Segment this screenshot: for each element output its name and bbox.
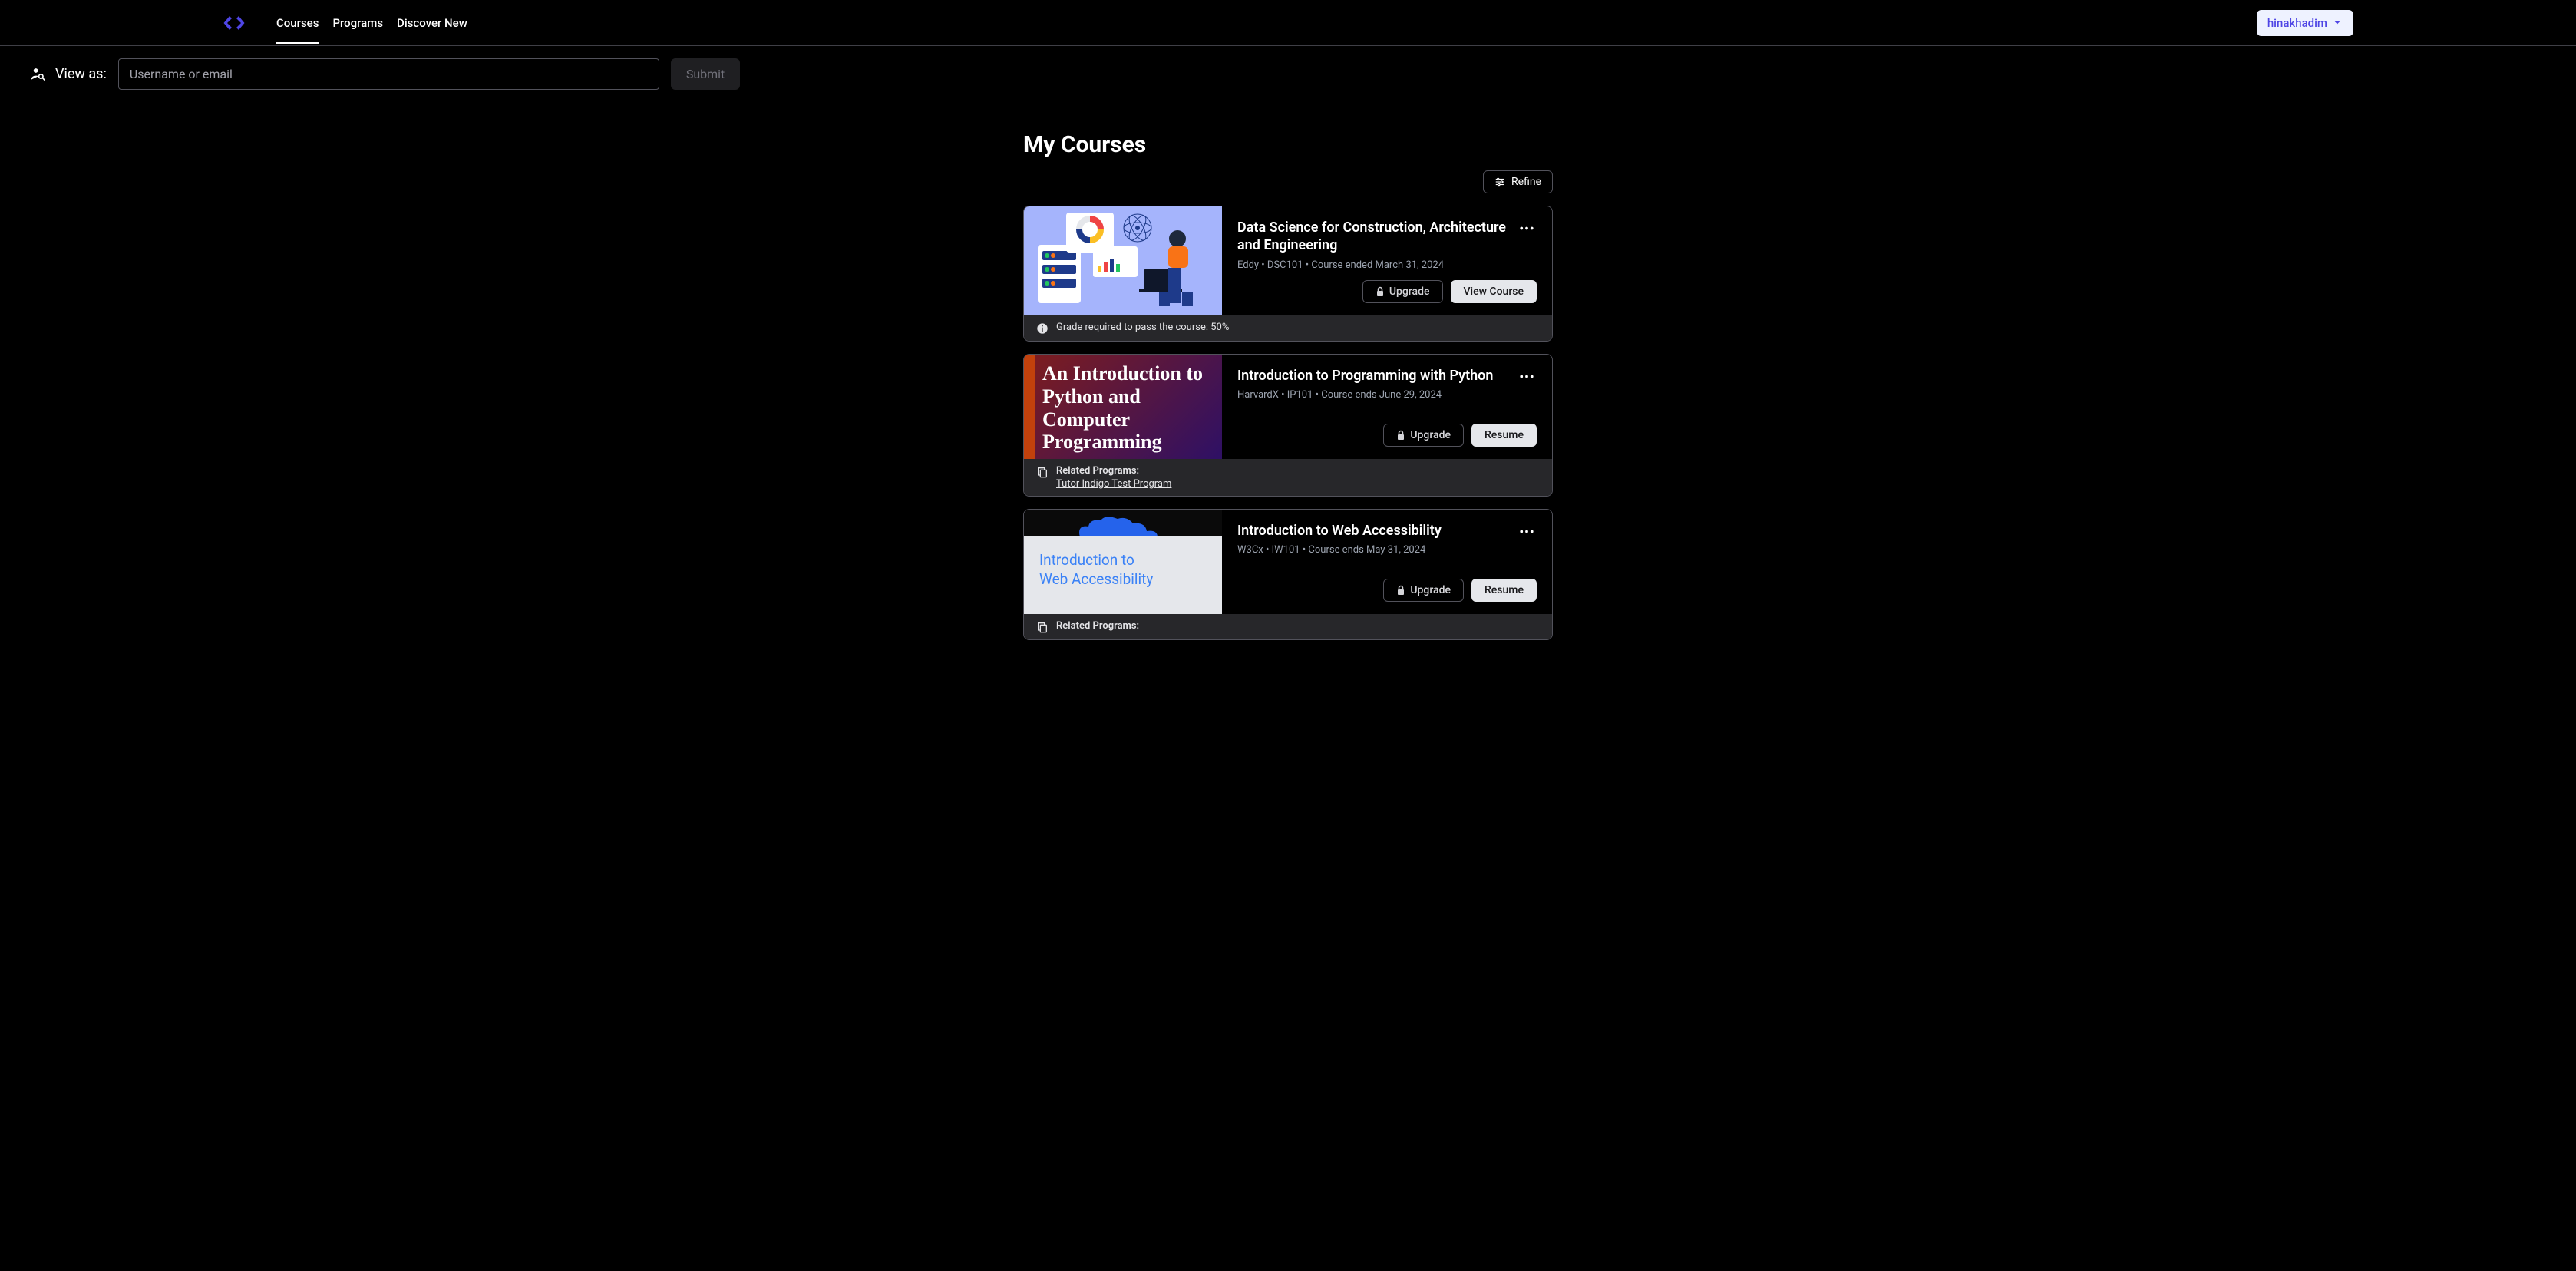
thumbnail-illustration-icon <box>1024 206 1222 311</box>
card-main: Data Science for Construction, Architect… <box>1024 206 1552 315</box>
lock-icon <box>1396 430 1405 441</box>
footer-text: Related Programs: Tutor Indigo Test Prog… <box>1056 465 1171 490</box>
course-card: Data Science for Construction, Architect… <box>1023 206 1553 342</box>
page-title: My Courses <box>1023 131 1553 158</box>
course-meta: HarvardX • IP101 • Course ends June 29, … <box>1237 389 1537 401</box>
lock-icon <box>1376 286 1385 297</box>
view-as-label: View as: <box>31 66 107 82</box>
refine-button[interactable]: Refine <box>1483 170 1553 193</box>
thumbnail-stripe <box>1024 355 1035 459</box>
copy-icon <box>1036 466 1049 478</box>
sliders-icon <box>1494 177 1505 187</box>
view-as-bar: View as: Submit <box>0 46 2576 102</box>
course-meta: W3Cx • IW101 • Course ends May 31, 2024 <box>1237 544 1537 556</box>
thumbnail-panel: Introduction to Web Accessibility <box>1024 536 1222 614</box>
view-as-input[interactable] <box>118 58 659 90</box>
nav-link-discover[interactable]: Discover New <box>397 2 467 44</box>
card-body: Data Science for Construction, Architect… <box>1222 206 1552 315</box>
top-nav: Courses Programs Discover New hinakhadim <box>0 0 2576 46</box>
ellipsis-icon <box>1520 530 1534 533</box>
course-card: Introduction to Web Accessibility Introd… <box>1023 509 1553 640</box>
footer-text: Grade required to pass the course: 50% <box>1056 322 1229 333</box>
related-program-link[interactable]: Tutor Indigo Test Program <box>1056 478 1171 490</box>
person-search-icon <box>31 67 46 82</box>
card-main: An Introduction to Python and Computer P… <box>1024 355 1552 459</box>
resume-button[interactable]: Resume <box>1471 579 1537 602</box>
upgrade-button[interactable]: Upgrade <box>1383 424 1464 447</box>
thumbnail-text: An Introduction to Python and Computer P… <box>1024 362 1222 454</box>
course-thumbnail: Introduction to Web Accessibility <box>1024 510 1222 614</box>
course-thumbnail <box>1024 206 1222 315</box>
chevron-down-icon <box>2332 18 2343 28</box>
view-course-button[interactable]: View Course <box>1451 280 1537 303</box>
more-options-button[interactable] <box>1517 522 1537 540</box>
ellipsis-icon <box>1520 226 1534 230</box>
lock-icon <box>1396 585 1405 596</box>
course-meta: Eddy • DSC101 • Course ended March 31, 2… <box>1237 259 1537 271</box>
card-footer: Related Programs: <box>1024 614 1552 639</box>
upgrade-button[interactable]: Upgrade <box>1362 280 1443 303</box>
related-programs-label: Related Programs: <box>1056 620 1139 632</box>
more-options-button[interactable] <box>1517 367 1537 385</box>
card-footer: Related Programs: Tutor Indigo Test Prog… <box>1024 459 1552 496</box>
course-card: An Introduction to Python and Computer P… <box>1023 354 1553 497</box>
nav-links: Courses Programs Discover New <box>276 2 467 44</box>
course-thumbnail: An Introduction to Python and Computer P… <box>1024 355 1222 459</box>
logo-icon[interactable] <box>223 12 246 35</box>
nav-left: Courses Programs Discover New <box>223 2 467 44</box>
nav-link-programs[interactable]: Programs <box>332 2 383 44</box>
more-options-button[interactable] <box>1517 219 1537 236</box>
card-footer: Grade required to pass the course: 50% <box>1024 315 1552 341</box>
card-body: Introduction to Web Accessibility W3Cx •… <box>1222 510 1552 614</box>
course-title: Introduction to Web Accessibility <box>1237 522 1442 540</box>
copy-icon <box>1036 621 1049 633</box>
card-main: Introduction to Web Accessibility Introd… <box>1024 510 1552 614</box>
card-body: Introduction to Programming with Python … <box>1222 355 1552 459</box>
ellipsis-icon <box>1520 375 1534 378</box>
content: My Courses Refine <box>1023 102 1553 640</box>
info-icon <box>1036 322 1049 335</box>
title-row: Refine <box>1023 170 1553 193</box>
footer-text: Related Programs: <box>1056 620 1139 632</box>
nav-link-courses[interactable]: Courses <box>276 2 319 44</box>
course-title: Introduction to Programming with Python <box>1237 367 1493 385</box>
user-menu-button[interactable]: hinakhadim <box>2257 10 2353 36</box>
submit-button[interactable]: Submit <box>671 58 740 90</box>
course-title: Data Science for Construction, Architect… <box>1237 219 1511 255</box>
upgrade-button[interactable]: Upgrade <box>1383 579 1464 602</box>
related-programs-label: Related Programs: <box>1056 465 1139 477</box>
resume-button[interactable]: Resume <box>1471 424 1537 447</box>
user-name: hinakhadim <box>2267 16 2327 30</box>
